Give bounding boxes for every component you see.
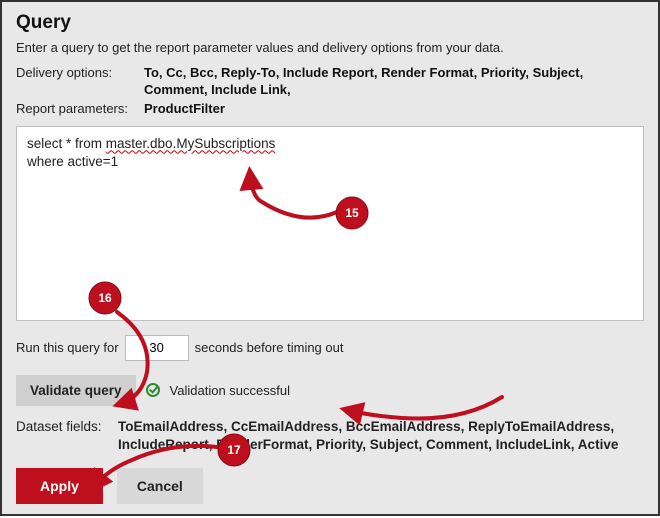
check-icon [146,383,160,397]
query-panel: Query Enter a query to get the report pa… [0,0,660,516]
action-buttons: Apply Cancel [16,468,644,504]
apply-button[interactable]: Apply [16,468,103,504]
report-parameters-row: Report parameters: ProductFilter [16,101,644,118]
query-line-2: where active=1 [27,153,633,171]
timeout-input[interactable] [125,335,189,361]
timeout-suffix: seconds before timing out [195,340,344,355]
validate-row: Validate query Validation successful [16,375,644,406]
delivery-options-label: Delivery options: [16,65,144,99]
page-description: Enter a query to get the report paramete… [16,40,644,55]
timeout-row: Run this query for seconds before timing… [16,335,644,361]
dataset-fields-value: ToEmailAddress, CcEmailAddress, BccEmail… [118,418,644,454]
timeout-prefix: Run this query for [16,340,119,355]
validation-message: Validation successful [170,383,290,398]
query-line-1: select * from master.dbo.MySubscriptions [27,135,633,153]
query-line-1-table: master.dbo.MySubscriptions [106,136,276,151]
cancel-button[interactable]: Cancel [117,468,203,504]
dataset-fields-label: Dataset fields: [16,418,118,454]
report-parameters-value: ProductFilter [144,101,644,118]
query-textarea[interactable]: select * from master.dbo.MySubscriptions… [16,126,644,321]
validate-query-button[interactable]: Validate query [16,375,136,406]
report-parameters-label: Report parameters: [16,101,144,118]
delivery-options-value: To, Cc, Bcc, Reply-To, Include Report, R… [144,65,644,99]
query-line-1-prefix: select * from [27,136,106,151]
page-title: Query [16,12,644,34]
delivery-options-row: Delivery options: To, Cc, Bcc, Reply-To,… [16,65,644,99]
dataset-fields-row: Dataset fields: ToEmailAddress, CcEmailA… [16,418,644,454]
